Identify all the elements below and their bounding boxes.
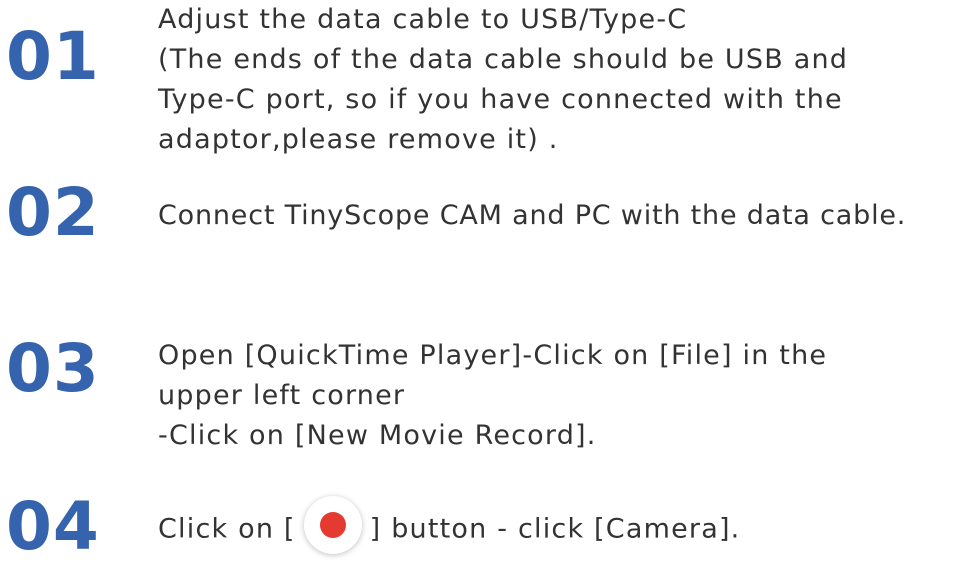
step-text-3: Open [QuickTime Player]-Click on [File] … (158, 336, 827, 456)
record-button-icon (303, 496, 362, 554)
step-number-4: 04 (6, 488, 100, 565)
step-1-line-3: Type-C port, so if you have connected wi… (158, 84, 843, 115)
step-number-1: 01 (6, 18, 100, 95)
step-3-line-2: upper left corner (158, 380, 406, 411)
step-3-line-3: -Click on [New Movie Record]. (158, 420, 597, 451)
step-number-2: 02 (6, 174, 100, 251)
step-text-1: Adjust the data cable to USB/Type-C (The… (158, 0, 848, 160)
step-text-4: Click on [ ] button - click [Camera]. (158, 496, 741, 554)
step-4-text-before-icon: Click on [ (158, 513, 296, 545)
step-number-3: 03 (6, 330, 100, 407)
step-1-line-2: (The ends of the data cable should be US… (158, 44, 849, 75)
step-1-line-4: adaptor,please remove it) . (158, 124, 559, 155)
step-2-line-1: Connect TinyScope CAM and PC with the da… (158, 200, 907, 231)
step-1-line-1: Adjust the data cable to USB/Type-C (158, 4, 688, 35)
step-3-line-1: Open [QuickTime Player]-Click on [File] … (158, 340, 828, 371)
record-dot-icon (319, 512, 346, 538)
step-text-2: Connect TinyScope CAM and PC with the da… (158, 196, 906, 236)
step-4-text-after-icon: ] button - click [Camera]. (369, 513, 741, 545)
